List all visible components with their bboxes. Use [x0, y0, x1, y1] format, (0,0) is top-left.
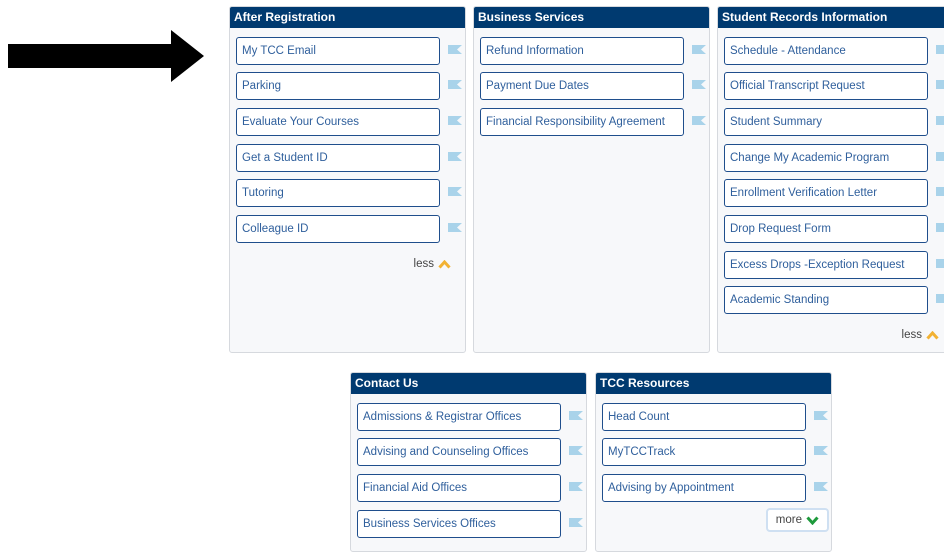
flag-icon[interactable] [448, 152, 462, 161]
card-title: After Registration [230, 7, 465, 28]
link-drop-request-form[interactable]: Drop Request Form [724, 215, 928, 243]
flag-icon[interactable] [569, 482, 583, 491]
link-financial-aid-offices[interactable]: Financial Aid Offices [357, 474, 561, 502]
flag-icon[interactable] [569, 518, 583, 527]
list-item: Tutoring [230, 179, 465, 209]
chevron-up-icon [926, 330, 939, 340]
flag-icon[interactable] [936, 294, 944, 303]
link-mytcctrack[interactable]: MyTCCTrack [602, 438, 806, 466]
list-item: Evaluate Your Courses [230, 108, 465, 138]
flag-icon[interactable] [692, 116, 706, 125]
link-colleague-id[interactable]: Colleague ID [236, 215, 440, 243]
flag-icon[interactable] [448, 116, 462, 125]
link-academic-standing[interactable]: Academic Standing [724, 286, 928, 314]
list-item: Advising and Counseling Offices [351, 438, 586, 468]
flag-icon[interactable] [569, 446, 583, 455]
list-item: Parking [230, 72, 465, 102]
flag-icon[interactable] [692, 45, 706, 54]
less-toggle[interactable]: less [902, 329, 939, 341]
card-title: TCC Resources [596, 373, 831, 394]
link-change-academic-program[interactable]: Change My Academic Program [724, 144, 928, 172]
list-item: Official Transcript Request [718, 72, 944, 102]
chevron-down-icon [806, 515, 819, 525]
list-item: Enrollment Verification Letter [718, 179, 944, 209]
list-item: Get a Student ID [230, 144, 465, 174]
flag-icon[interactable] [448, 45, 462, 54]
link-enrollment-verification[interactable]: Enrollment Verification Letter [724, 179, 928, 207]
flag-icon[interactable] [814, 411, 828, 420]
card-tcc-resources: TCC Resources Head Count MyTCCTrack Advi… [595, 372, 832, 552]
list-item: Admissions & Registrar Offices [351, 403, 586, 433]
card-contact-us: Contact Us Admissions & Registrar Office… [350, 372, 587, 552]
less-toggle[interactable]: less [414, 258, 451, 270]
link-head-count[interactable]: Head Count [602, 403, 806, 431]
list-item: Advising by Appointment [596, 474, 831, 504]
list-item: Financial Aid Offices [351, 474, 586, 504]
flag-icon[interactable] [814, 446, 828, 455]
link-business-services-offices[interactable]: Business Services Offices [357, 510, 561, 538]
link-evaluate-courses[interactable]: Evaluate Your Courses [236, 108, 440, 136]
list-item: Financial Responsibility Agreement [474, 108, 709, 138]
flag-icon[interactable] [936, 187, 944, 196]
chevron-up-icon [438, 259, 451, 269]
card-after-registration: After Registration My TCC Email Parking … [229, 6, 466, 353]
list-item: My TCC Email [230, 37, 465, 67]
card-title: Business Services [474, 7, 709, 28]
link-parking[interactable]: Parking [236, 72, 440, 100]
list-item: Academic Standing [718, 286, 944, 316]
more-toggle[interactable]: more [765, 508, 829, 532]
list-item: MyTCCTrack [596, 438, 831, 468]
list-item: Colleague ID [230, 215, 465, 245]
link-tutoring[interactable]: Tutoring [236, 179, 440, 207]
flag-icon[interactable] [936, 152, 944, 161]
link-payment-due-dates[interactable]: Payment Due Dates [480, 72, 684, 100]
list-item: Business Services Offices [351, 510, 586, 540]
flag-icon[interactable] [448, 80, 462, 89]
list-item: Drop Request Form [718, 215, 944, 245]
flag-icon[interactable] [936, 80, 944, 89]
flag-icon[interactable] [936, 223, 944, 232]
flag-icon[interactable] [692, 80, 706, 89]
list-item: Refund Information [474, 37, 709, 67]
pointer-arrow-icon [8, 30, 204, 82]
list-item: Change My Academic Program [718, 144, 944, 174]
list-item: Excess Drops -Exception Request [718, 251, 944, 281]
link-advising-counseling[interactable]: Advising and Counseling Offices [357, 438, 561, 466]
card-student-records: Student Records Information Schedule - A… [717, 6, 944, 353]
toggle-label: less [413, 258, 434, 270]
list-item: Student Summary [718, 108, 944, 138]
link-excess-drops[interactable]: Excess Drops -Exception Request [724, 251, 928, 279]
list-item: Head Count [596, 403, 831, 433]
link-student-summary[interactable]: Student Summary [724, 108, 928, 136]
link-admissions-registrar[interactable]: Admissions & Registrar Offices [357, 403, 561, 431]
flag-icon[interactable] [936, 259, 944, 268]
flag-icon[interactable] [448, 187, 462, 196]
card-title: Student Records Information [718, 7, 944, 28]
link-advising-by-appointment[interactable]: Advising by Appointment [602, 474, 806, 502]
link-financial-responsibility[interactable]: Financial Responsibility Agreement [480, 108, 684, 136]
card-title: Contact Us [351, 373, 586, 394]
link-my-tcc-email[interactable]: My TCC Email [236, 37, 440, 65]
flag-icon[interactable] [936, 45, 944, 54]
link-schedule-attendance[interactable]: Schedule - Attendance [724, 37, 928, 65]
toggle-label: more [775, 514, 802, 526]
toggle-label: less [901, 329, 922, 341]
flag-icon[interactable] [569, 411, 583, 420]
flag-icon[interactable] [936, 116, 944, 125]
card-business-services: Business Services Refund Information Pay… [473, 6, 710, 353]
flag-icon[interactable] [814, 482, 828, 491]
link-official-transcript[interactable]: Official Transcript Request [724, 72, 928, 100]
link-student-id[interactable]: Get a Student ID [236, 144, 440, 172]
flag-icon[interactable] [448, 223, 462, 232]
list-item: Schedule - Attendance [718, 37, 944, 67]
link-refund-information[interactable]: Refund Information [480, 37, 684, 65]
list-item: Payment Due Dates [474, 72, 709, 102]
